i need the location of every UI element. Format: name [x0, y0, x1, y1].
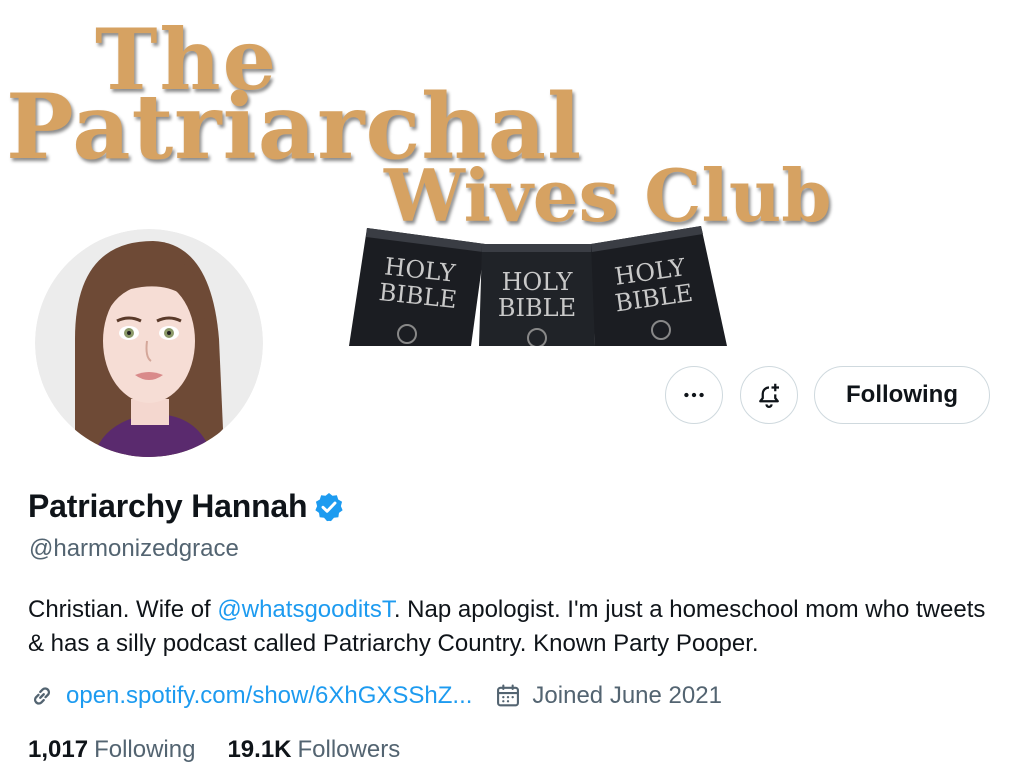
profile-joined: Joined June 2021	[494, 682, 722, 710]
following-stat[interactable]: 1,017 Following	[28, 736, 195, 764]
notifications-button[interactable]	[740, 366, 798, 424]
profile-handle: @harmonizedgrace	[29, 535, 239, 562]
following-label: Following	[94, 736, 196, 763]
following-button[interactable]: Following	[814, 366, 990, 424]
following-count: 1,017	[28, 736, 89, 763]
bio-text-start: Christian. Wife of	[28, 596, 218, 623]
avatar-illustration	[35, 229, 263, 457]
profile-meta-row: open.spotify.com/show/6XhGXSShZ... Joine…	[28, 682, 722, 710]
bible-book-2: HOLY BIBLE	[479, 244, 595, 346]
profile-bio: Christian. Wife of @whatsgooditsT. Nap a…	[28, 593, 988, 661]
more-options-button[interactable]	[665, 366, 723, 424]
bible-2-label-top: HOLY	[502, 268, 574, 296]
followers-stat[interactable]: 19.1K Followers	[227, 736, 400, 764]
bell-plus-icon	[759, 383, 779, 408]
more-horizontal-icon	[684, 392, 704, 398]
bible-book-1: HOLY BIBLE	[349, 228, 485, 346]
followers-label: Followers	[297, 736, 401, 763]
followers-count: 19.1K	[227, 736, 292, 763]
bible-book-3: HOLY BIBLE	[591, 226, 727, 346]
profile-website-link[interactable]: open.spotify.com/show/6XhGXSShZ...	[66, 682, 472, 710]
link-icon	[33, 687, 51, 705]
verified-badge-icon[interactable]	[313, 491, 345, 523]
profile-display-name: Patriarchy Hannah	[28, 488, 308, 524]
profile-avatar[interactable]	[31, 225, 267, 461]
calendar-icon	[497, 684, 520, 707]
bible-2-label-bottom: BIBLE	[498, 294, 576, 322]
banner-bibles-image: HOLY BIBLE HOLY BIBLE HOLY BIBLE	[349, 226, 727, 346]
bio-mention-link[interactable]: @whatsgooditsT	[217, 596, 393, 623]
profile-name-row: Patriarchy Hannah	[28, 488, 345, 525]
profile-stats-row: 1,017 Following 19.1K Followers	[28, 736, 400, 764]
profile-website[interactable]: open.spotify.com/show/6XhGXSShZ...	[28, 682, 472, 710]
profile-joined-date: Joined June 2021	[532, 682, 722, 709]
